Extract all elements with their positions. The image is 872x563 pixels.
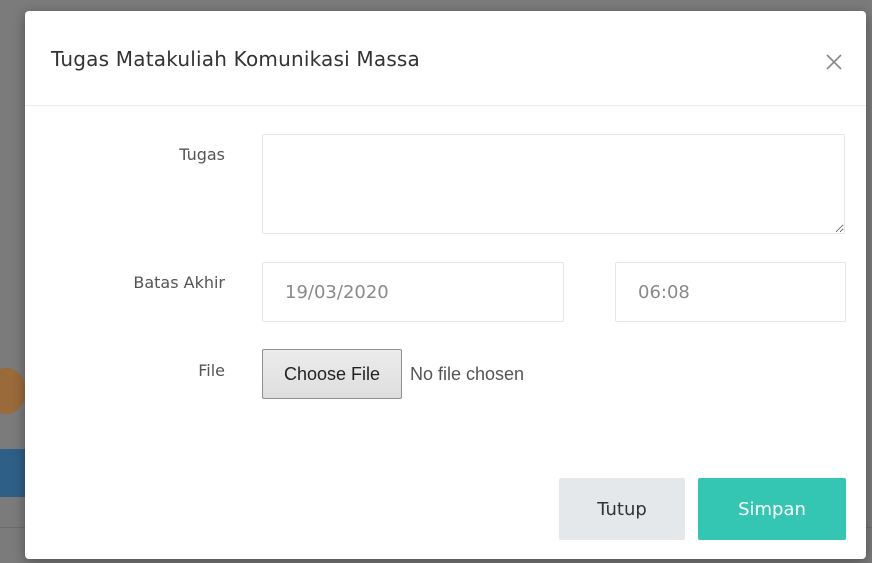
choose-file-button[interactable]: Choose File xyxy=(262,349,402,399)
background-blue-block xyxy=(0,449,26,497)
modal-header: Tugas Matakuliah Komunikasi Massa xyxy=(25,11,866,106)
background-avatar xyxy=(0,368,26,414)
deadline-time-input[interactable] xyxy=(615,262,846,322)
modal-title: Tugas Matakuliah Komunikasi Massa xyxy=(51,47,421,71)
tugas-textarea[interactable] xyxy=(262,134,845,234)
file-input[interactable]: Choose File No file chosen xyxy=(262,349,524,399)
save-button[interactable]: Simpan xyxy=(698,478,846,540)
tugas-label: Tugas xyxy=(179,145,225,164)
file-status-text: No file chosen xyxy=(410,363,525,384)
close-icon[interactable] xyxy=(823,51,845,73)
task-modal: Tugas Matakuliah Komunikasi Massa Tugas … xyxy=(25,11,866,559)
batas-akhir-label: Batas Akhir xyxy=(133,273,225,292)
close-button[interactable]: Tutup xyxy=(559,478,685,540)
deadline-date-input[interactable] xyxy=(262,262,564,322)
file-label: File xyxy=(198,361,225,380)
